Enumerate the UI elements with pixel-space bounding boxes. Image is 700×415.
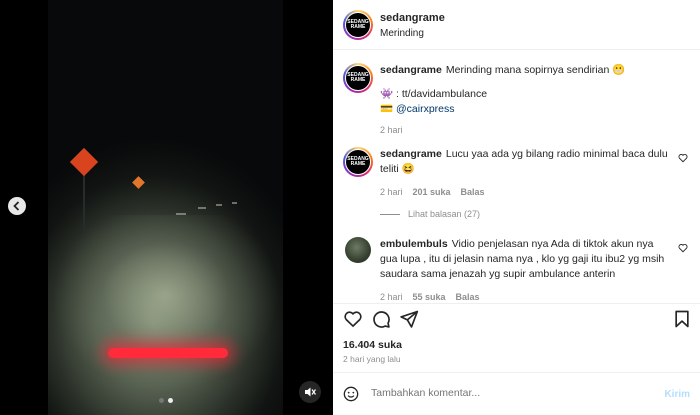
media-pane — [0, 0, 333, 415]
post-location[interactable]: Merinding — [380, 28, 424, 39]
post-header: SEDANG RAME sedangrame Merinding — [333, 0, 700, 50]
caption-time[interactable]: 2 hari — [380, 123, 403, 138]
add-comment-bar: Kirim — [333, 372, 700, 415]
bookmark-icon — [675, 310, 689, 328]
taillight-bar — [108, 348, 228, 358]
replies-divider — [380, 213, 400, 215]
post-comment-button[interactable]: Kirim — [664, 389, 690, 400]
avatar[interactable]: SEDANG RAME — [343, 147, 373, 177]
view-replies-button[interactable]: Lihat balasan (27) — [380, 209, 480, 219]
avatar[interactable]: SEDANG RAME — [343, 63, 373, 93]
speaker-muted-icon — [305, 387, 316, 397]
post-username[interactable]: sedangrame — [380, 12, 445, 24]
comment-button[interactable] — [371, 309, 391, 329]
comment-time[interactable]: 2 hari — [380, 185, 403, 200]
comment-icon — [373, 311, 390, 328]
carousel-indicator — [159, 398, 173, 403]
comment-like-button[interactable] — [678, 243, 688, 255]
carousel-dot — [159, 398, 164, 403]
heart-icon — [344, 311, 362, 328]
comment-likes[interactable]: 201 suka — [413, 185, 451, 200]
road-reflector — [176, 213, 186, 215]
post-timestamp[interactable]: 2 hari yang lalu — [343, 354, 401, 364]
emoji-button[interactable] — [343, 386, 359, 402]
road-reflector — [198, 207, 206, 209]
action-bar — [333, 303, 700, 333]
comment-reply-button[interactable]: Balas — [456, 290, 480, 301]
chevron-left-icon — [13, 201, 20, 211]
post-details-panel: SEDANG RAME sedangrame Merinding SEDANG RA… — [333, 0, 700, 415]
comment-like-button[interactable] — [678, 153, 688, 165]
avatar[interactable]: SEDANG RAME — [343, 10, 373, 40]
smiley-icon — [343, 386, 359, 402]
road-sign-distant — [132, 176, 145, 189]
carousel-dot-active — [168, 398, 173, 403]
comment-input[interactable] — [371, 387, 631, 399]
road-reflector — [216, 204, 222, 206]
road-sign — [69, 147, 99, 177]
paper-plane-icon — [400, 310, 419, 328]
comment-username[interactable]: sedangrame — [380, 148, 442, 160]
view-replies-label: Lihat balasan (27) — [408, 209, 481, 219]
road-reflector — [232, 202, 237, 204]
caption-mention-link[interactable]: @cairxpress — [396, 103, 455, 115]
carousel-prev-button[interactable] — [8, 197, 26, 215]
like-button[interactable] — [343, 309, 363, 329]
save-button[interactable] — [672, 309, 692, 329]
sign-post — [83, 172, 85, 232]
headlight-glow — [48, 215, 283, 415]
post-video[interactable] — [48, 0, 283, 415]
caption-text: Merinding mana sopirnya sendirian 😬 — [445, 64, 626, 76]
likes-count[interactable]: 16.404 suka — [343, 339, 402, 351]
share-button[interactable] — [399, 309, 419, 329]
heart-icon — [678, 244, 688, 253]
caption-credit: 👾 : tt/davidambulance — [380, 88, 488, 100]
avatar[interactable] — [345, 237, 371, 263]
comment-reply-button[interactable]: Balas — [461, 185, 485, 200]
caption-username[interactable]: sedangrame — [380, 64, 442, 76]
comment-time[interactable]: 2 hari — [380, 290, 403, 301]
comments-list[interactable]: SEDANG RAME sedangrame Merinding mana sopi… — [333, 51, 700, 301]
caption-handle-prefix: 💳 — [380, 103, 396, 115]
comment-username[interactable]: embulembuls — [380, 238, 448, 250]
heart-icon — [678, 154, 688, 163]
comment-likes[interactable]: 55 suka — [413, 290, 446, 301]
mute-button[interactable] — [299, 381, 321, 403]
